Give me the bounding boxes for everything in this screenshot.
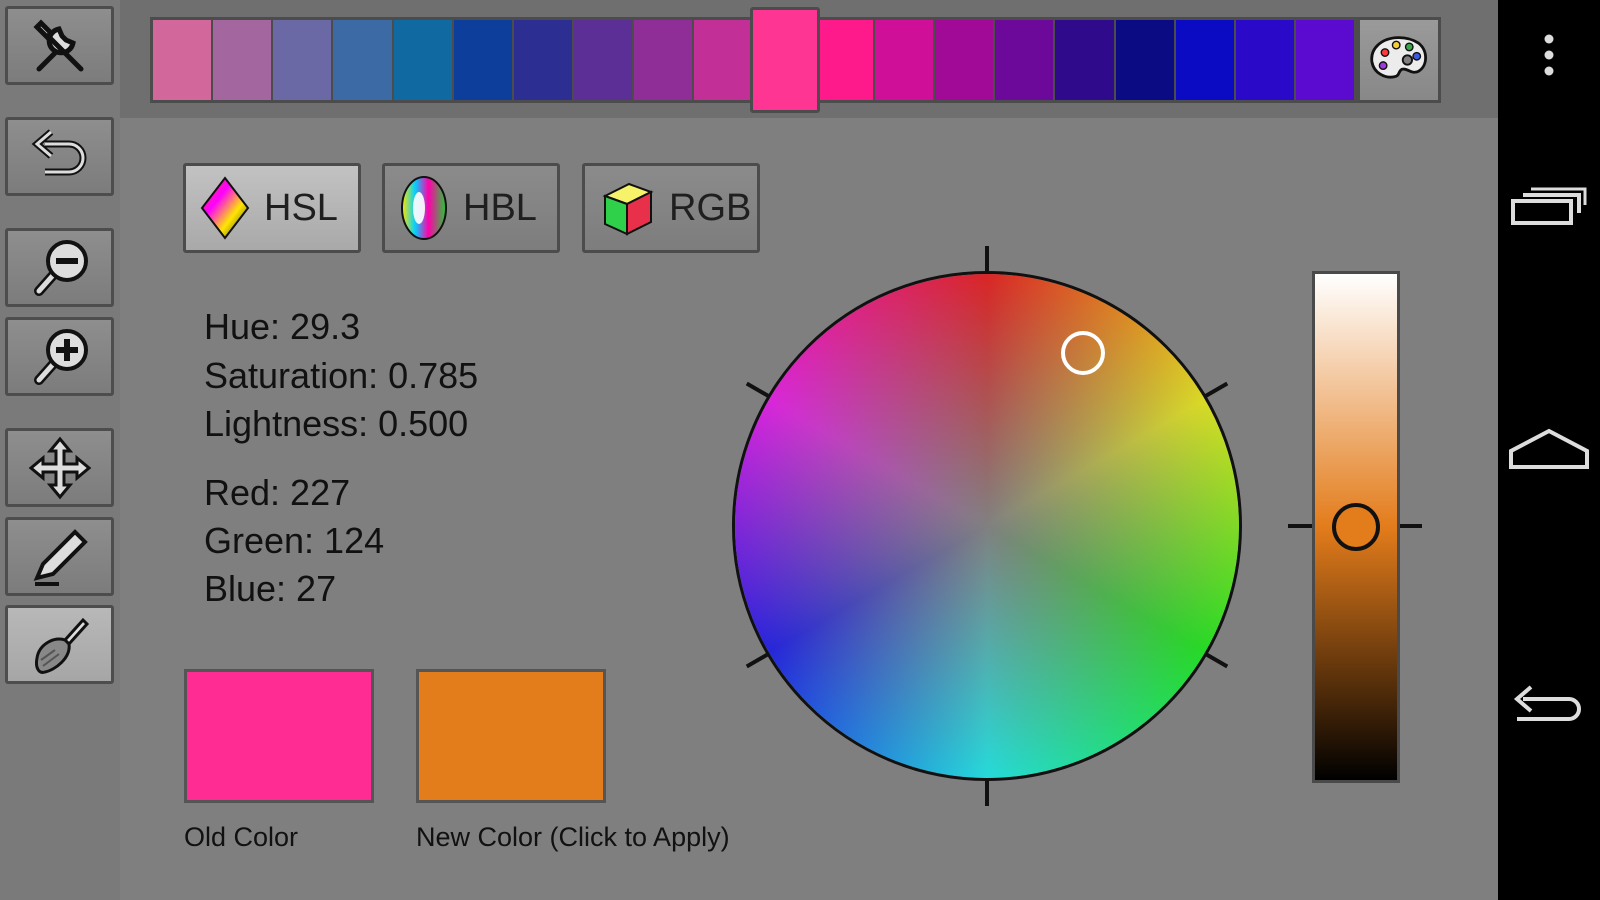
overflow-menu-icon: [1544, 34, 1554, 76]
palette-swatch[interactable]: [874, 20, 936, 100]
palette-swatch[interactable]: [694, 20, 755, 100]
color-picker-screen: HSL HBL RGB Hue: 29.3 Saturation: 0.785 …: [0, 0, 1600, 900]
slider-tick-right: [1400, 524, 1422, 528]
hue-saturation-wheel[interactable]: [732, 271, 1242, 781]
lightness-value: Lightness: 0.500: [204, 403, 469, 444]
palette-swatch[interactable]: [1055, 20, 1116, 100]
mode-hbl-label: HBL: [463, 186, 537, 229]
new-color-label: New Color (Click to Apply): [416, 822, 730, 852]
undo-button[interactable]: [5, 117, 114, 196]
mode-hsl-button[interactable]: HSL: [183, 163, 361, 253]
lightness-slider-knob[interactable]: [1332, 503, 1380, 551]
palette-swatch[interactable]: [995, 20, 1056, 100]
zoom-in-button[interactable]: [5, 317, 114, 396]
palette-swatch[interactable]: [333, 20, 394, 100]
undo-icon: [31, 128, 86, 175]
hue-saturation-cursor[interactable]: [1061, 331, 1105, 375]
palette-swatch[interactable]: [453, 20, 514, 100]
saturation-value: Saturation: 0.785: [204, 355, 479, 396]
mode-rgb-button[interactable]: RGB: [582, 163, 760, 253]
mode-rgb-label: RGB: [669, 186, 752, 229]
palette-swatch[interactable]: [814, 20, 875, 100]
hbl-oval-icon: [401, 176, 447, 240]
hsl-diamond-icon: [200, 176, 250, 240]
home-icon: [1509, 428, 1589, 469]
new-color-swatch[interactable]: [416, 669, 606, 803]
recents-icon: [1511, 187, 1587, 225]
tools-icon: [32, 18, 83, 71]
palette-swatch[interactable]: [1295, 20, 1355, 100]
wheel-tick-upper-right: [1203, 381, 1229, 399]
wheel-tick-lower-right: [1203, 651, 1229, 669]
home-button[interactable]: [1498, 425, 1600, 475]
palette-swatch[interactable]: [1115, 20, 1176, 100]
back-icon: [1513, 685, 1581, 721]
pen-icon: [33, 528, 88, 586]
palette-swatch[interactable]: [213, 20, 274, 100]
zoom-out-button[interactable]: [5, 228, 114, 307]
blue-value: Blue: 27: [204, 568, 337, 609]
tool-sidebar: [0, 0, 120, 900]
old-color-label: Old Color: [184, 822, 299, 852]
palette-swatch[interactable]: [1175, 20, 1236, 100]
wheel-tick-bottom: [985, 781, 989, 806]
tools-button[interactable]: [5, 6, 114, 85]
old-color-swatch[interactable]: [184, 669, 374, 803]
system-navigation-bar: [1498, 0, 1600, 900]
palette-swatch[interactable]: [1235, 20, 1296, 100]
palette-swatch[interactable]: [153, 20, 214, 100]
wheel-tick-top: [985, 246, 989, 271]
palette-swatch[interactable]: [513, 20, 575, 100]
palette-swatch[interactable]: [273, 20, 334, 100]
red-value: Red: 227: [204, 472, 351, 513]
palette-button[interactable]: [1357, 17, 1441, 103]
hue-value: Hue: 29.3: [204, 306, 361, 347]
green-value: Green: 124: [204, 520, 385, 561]
move-button[interactable]: [5, 428, 114, 507]
overflow-menu-button[interactable]: [1498, 30, 1600, 80]
recents-button[interactable]: [1498, 180, 1600, 230]
move-icon: [28, 436, 91, 499]
brush-button[interactable]: [5, 605, 114, 684]
palette-swatch[interactable]: [393, 20, 454, 100]
rgb-cube-icon: [602, 182, 654, 236]
slider-tick-left: [1288, 524, 1312, 528]
brush-icon: [34, 617, 89, 674]
pen-button[interactable]: [5, 517, 114, 596]
saturation-gradient: [735, 274, 1239, 778]
selected-swatch[interactable]: [749, 7, 820, 113]
mode-hbl-button[interactable]: HBL: [382, 163, 560, 253]
zoom-out-icon: [33, 239, 88, 296]
mode-hsl-label: HSL: [264, 186, 338, 229]
palette-swatch[interactable]: [634, 20, 695, 100]
palette-icon: [1370, 36, 1427, 79]
back-button[interactable]: [1498, 680, 1600, 730]
palette-swatch[interactable]: [574, 20, 635, 100]
wheel-tick-upper-left: [745, 381, 771, 399]
palette-swatch[interactable]: [935, 20, 996, 100]
wheel-tick-lower-left: [745, 651, 771, 669]
zoom-in-icon: [33, 328, 88, 385]
